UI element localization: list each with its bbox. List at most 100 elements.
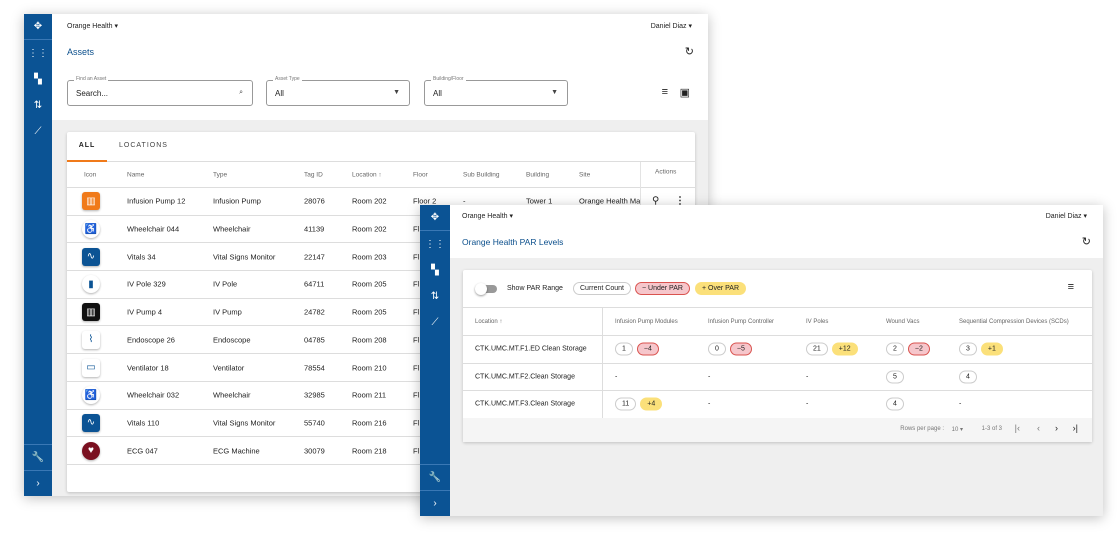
- table-row: CTK.UMC.MT.F2.Clean Storage - - - 5 4: [463, 364, 1092, 391]
- cell-floor: Fl: [413, 307, 420, 317]
- previous-page-icon[interactable]: ‹: [1037, 423, 1040, 433]
- empty-value: -: [806, 400, 809, 408]
- rows-per-page-select[interactable]: 10 ▾: [952, 426, 963, 433]
- chevron-down-icon: ▼: [551, 89, 558, 96]
- org-selector[interactable]: Orange Health ▾: [67, 22, 118, 30]
- page-title: Assets: [67, 47, 95, 57]
- expand-chevron-icon[interactable]: ›: [420, 490, 450, 516]
- analytics-search-icon[interactable]: ⟋: [24, 118, 52, 144]
- legend-over-par: + Over PAR: [695, 282, 747, 295]
- save-icon[interactable]: ▣: [680, 86, 690, 99]
- dashboard-icon[interactable]: ▚: [420, 257, 450, 283]
- dashboard-icon[interactable]: ▚: [24, 66, 52, 92]
- cell-tag: 24782: [304, 307, 325, 317]
- par-levels-window: ✥ ⋮⋮ ▚ ⇅ ⟋ 🔧 › Orange Health ▾ Daniel Di…: [420, 205, 1103, 516]
- column-header-actions: Actions: [655, 168, 677, 176]
- column-header: Building: [526, 171, 550, 178]
- cell-floor: Fl: [413, 224, 420, 234]
- pagination: Rows per page : 10 ▾ 1-3 of 3 |‹ ‹ › ›|: [463, 418, 1092, 442]
- wrench-icon[interactable]: 🔧: [24, 444, 52, 470]
- sidebar: ✥ ⋮⋮ ▚ ⇅ ⟋ 🔧 ›: [420, 205, 450, 516]
- current-count-pill: 5: [886, 370, 904, 384]
- cell-tag: 41139: [304, 224, 325, 234]
- tab-all[interactable]: ALL: [67, 132, 107, 162]
- cell-tag: 30079: [304, 446, 325, 456]
- first-page-icon[interactable]: |‹: [1015, 423, 1020, 433]
- search-icon: ⌕: [239, 89, 243, 96]
- cell-type: IV Pump: [213, 307, 242, 317]
- cell-type: Wheelchair: [213, 224, 251, 234]
- cell-location: Room 210: [352, 363, 387, 373]
- iv-pump-icon: ▥: [82, 303, 100, 322]
- column-header: Tag ID: [304, 171, 323, 178]
- location-cell: CTK.UMC.MT.F3.Clean Storage: [475, 400, 575, 408]
- cell-floor: Fl: [413, 363, 420, 373]
- filter-icon[interactable]: ≡: [662, 86, 668, 98]
- building-floor-select[interactable]: Building/Floor All ▼: [424, 76, 568, 106]
- refresh-icon[interactable]: ↻: [1082, 235, 1091, 248]
- iv-pole-icon: ▮: [82, 275, 100, 294]
- cell-floor: Fl: [413, 390, 420, 400]
- logo-icon: ✥: [420, 205, 450, 231]
- cell-name: IV Pump 4: [127, 307, 163, 317]
- cell-floor: Fl: [413, 418, 420, 428]
- toggle-label: Show PAR Range: [507, 285, 563, 292]
- transfer-icon[interactable]: ⇅: [24, 92, 52, 118]
- wrench-icon[interactable]: 🔧: [420, 464, 450, 490]
- column-header: IV Poles: [806, 318, 829, 325]
- cell-type: Wheelchair: [213, 390, 251, 400]
- cell-floor: Fl: [413, 279, 420, 289]
- cell-name: Infusion Pump 12: [127, 196, 186, 206]
- last-page-icon[interactable]: ›|: [1073, 423, 1078, 433]
- vitals-monitor-icon: ∿: [82, 247, 100, 266]
- tab-locations[interactable]: LOCATIONS: [119, 142, 168, 149]
- cell-tag: 32985: [304, 390, 325, 400]
- column-header[interactable]: Location ↑: [352, 171, 382, 178]
- apps-grid-icon[interactable]: ⋮⋮: [24, 40, 52, 66]
- page-title: Orange Health PAR Levels: [462, 237, 564, 247]
- next-page-icon[interactable]: ›: [1055, 423, 1058, 433]
- find-asset-search[interactable]: Find an Asset Search... ⌕: [67, 76, 253, 106]
- current-count-pill: 11: [615, 397, 637, 411]
- org-selector[interactable]: Orange Health ▾: [462, 212, 513, 220]
- transfer-icon[interactable]: ⇅: [420, 283, 450, 309]
- filter-icon[interactable]: ≡: [1068, 281, 1074, 293]
- location-cell: CTK.UMC.MT.F2.Clean Storage: [475, 373, 575, 381]
- column-header: Floor: [413, 171, 428, 178]
- current-count-pill: 0: [708, 342, 726, 356]
- under-par-pill: −5: [729, 342, 752, 356]
- current-count-pill: 2: [886, 342, 904, 356]
- apps-grid-icon[interactable]: ⋮⋮: [420, 231, 450, 257]
- asset-type-select[interactable]: Asset Type All ▼: [266, 76, 410, 106]
- over-par-pill: +12: [831, 342, 858, 356]
- table-row: CTK.UMC.MT.F3.Clean Storage 11 +4 - - 4 -: [463, 391, 1092, 419]
- cell-location: Room 205: [352, 307, 387, 317]
- column-header: Infusion Pump Controller: [708, 318, 775, 325]
- current-count-pill: 21: [806, 342, 828, 356]
- cell-tag: 64711: [304, 279, 325, 289]
- refresh-icon[interactable]: ↻: [685, 45, 694, 58]
- expand-chevron-icon[interactable]: ›: [24, 470, 52, 496]
- empty-value: -: [708, 373, 711, 381]
- column-header[interactable]: Location ↑: [475, 319, 502, 325]
- cell-type: ECG Machine: [213, 446, 260, 456]
- infusion-pump-icon: ▥: [82, 192, 100, 211]
- cell-tag: 55740: [304, 418, 325, 428]
- user-menu[interactable]: Daniel Diaz ▾: [1046, 212, 1087, 220]
- under-par-pill: −4: [636, 342, 659, 356]
- logo-icon: ✥: [24, 14, 52, 40]
- cell-location: Room 205: [352, 279, 387, 289]
- show-par-range-toggle[interactable]: [475, 283, 497, 295]
- cell-location: Room 203: [352, 252, 387, 262]
- user-menu[interactable]: Daniel Diaz ▾: [651, 22, 692, 30]
- table-row: CTK.UMC.MT.F1.ED Clean Storage 1 −4 0 −5 21 +1…: [463, 336, 1092, 364]
- column-header: Name: [127, 171, 145, 178]
- table-header-row: Location ↑ Infusion Pump Modules Infusion …: [463, 308, 1092, 336]
- analytics-search-icon[interactable]: ⟋: [420, 309, 450, 335]
- column-header: Infusion Pump Modules: [615, 318, 678, 325]
- cell-floor: Fl: [413, 335, 420, 345]
- endoscope-icon: ⌇: [82, 330, 100, 349]
- vitals-monitor-icon: ∿: [82, 413, 100, 432]
- empty-value: -: [806, 373, 809, 381]
- over-par-pill: +1: [980, 342, 1003, 356]
